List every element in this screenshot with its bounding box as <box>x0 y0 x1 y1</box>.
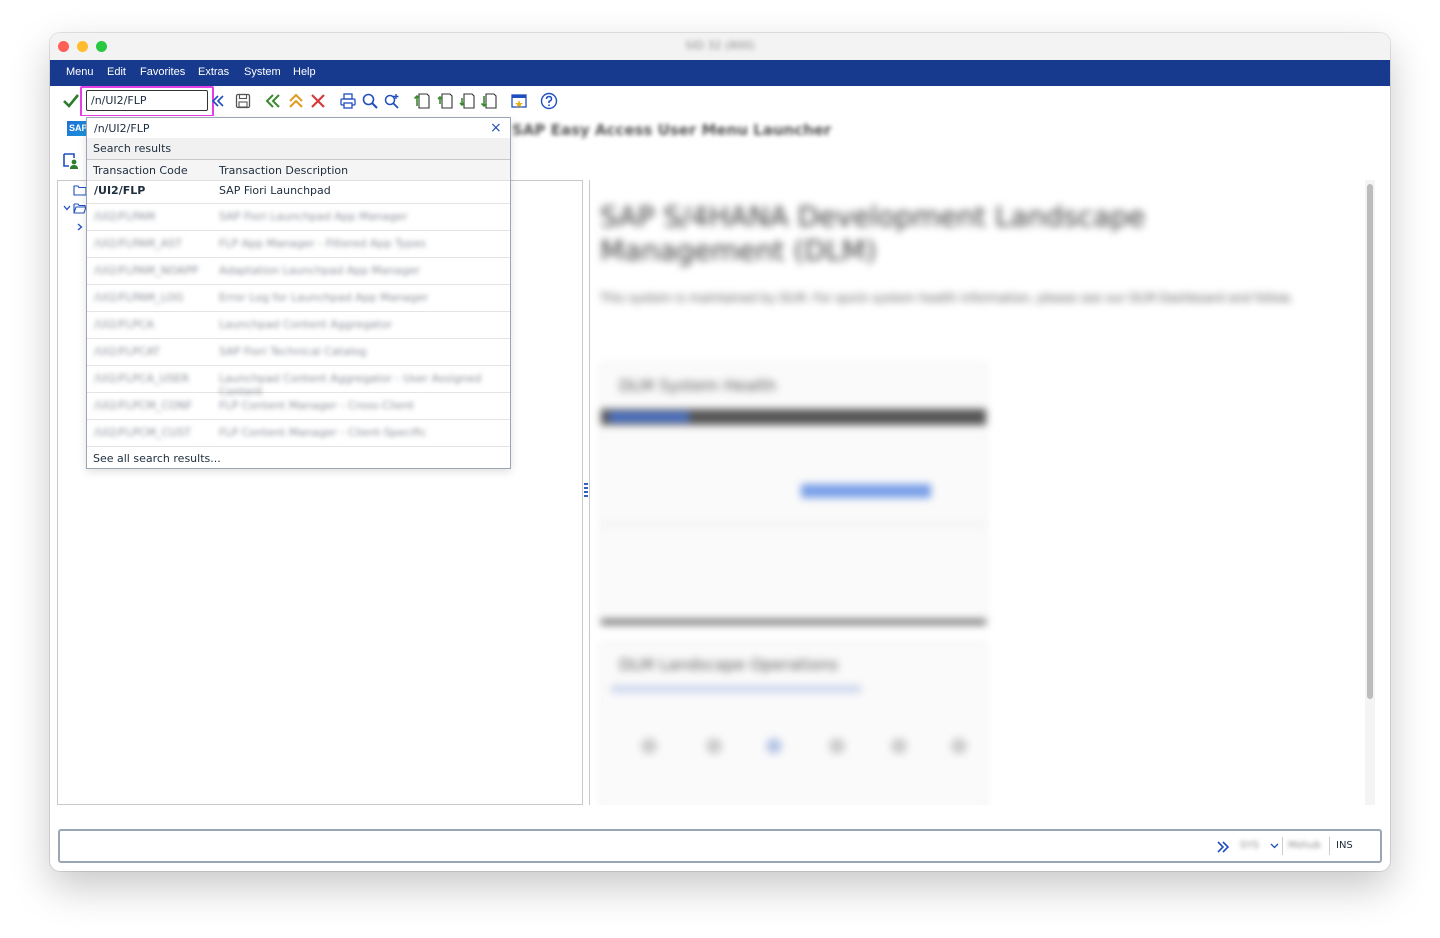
search-result-row[interactable]: /UI2/FLPCM_CUST FLP Content Manager - Cli… <box>87 419 510 447</box>
menu-item-help[interactable]: Help <box>293 66 316 78</box>
result-transaction-code: /UI2/FLPCAT <box>94 345 160 358</box>
find-icon[interactable] <box>361 92 379 110</box>
command-field-input[interactable] <box>86 90 208 111</box>
help-icon[interactable] <box>540 92 558 110</box>
enter-checkmark-icon[interactable] <box>62 92 80 110</box>
result-transaction-description: SAP Fiori Technical Catalog <box>219 345 367 358</box>
user-menu-icon[interactable] <box>62 152 80 170</box>
search-results-label: Search results <box>93 142 172 155</box>
dropdown-close-icon[interactable]: × <box>490 120 502 136</box>
dropdown-query-text: /n/UI2/FLP <box>94 122 150 135</box>
search-result-row[interactable]: /UI2/FLPCM_CONF FLP Content Manager - Cro… <box>87 392 510 420</box>
chevron-down-icon[interactable] <box>63 205 71 211</box>
open-folder-icon[interactable] <box>73 202 87 214</box>
exit-icon[interactable] <box>287 92 305 110</box>
result-transaction-description: FLP App Manager - Filtered App Types <box>219 237 426 250</box>
folder-icon[interactable] <box>73 184 87 196</box>
panel-splitter-handle[interactable] <box>584 483 588 497</box>
result-transaction-description: FLP Content Manager - Cross-Client <box>219 399 414 412</box>
status-expand-icon[interactable] <box>1216 840 1230 854</box>
result-transaction-description: Error Log for Launchpad App Manager <box>219 291 429 304</box>
status-chevron-down-icon[interactable] <box>1270 843 1279 849</box>
search-result-row[interactable]: /UI2/FLPAM SAP Fiori Launchpad App Manage… <box>87 203 510 231</box>
find-next-icon[interactable] <box>383 92 401 110</box>
status-system-id: SYS <box>1240 840 1259 851</box>
menu-item-menu[interactable]: Menu <box>66 66 94 78</box>
menu-bar: Menu Edit Favorites Extras System Help <box>50 60 1390 86</box>
save-icon[interactable] <box>234 92 252 110</box>
operations-card-title: DLM Landscape Operations <box>619 655 839 674</box>
window-titlebar: SID 32 (800) <box>50 33 1390 61</box>
result-transaction-code: /UI2/FLPAM_LOG <box>94 291 184 304</box>
command-autocomplete-dropdown: /n/UI2/FLP × Search results Transaction … <box>86 117 511 469</box>
result-transaction-code: /UI2/FLPAM_AST <box>94 237 182 250</box>
content-paragraph: This system is maintained by DLM. For qu… <box>600 291 1293 305</box>
health-card-title: DLM System Health <box>619 376 777 395</box>
print-icon[interactable] <box>339 92 357 110</box>
search-result-row[interactable]: /UI2/FLPCA_USER Launchpad Content Aggrega… <box>87 365 510 398</box>
search-result-row[interactable]: /UI2/FLPAM_NOAPP Adaptation Launchpad App… <box>87 257 510 285</box>
status-bar: SYS Mshub INS <box>58 829 1382 863</box>
standard-toolbar <box>50 86 1390 117</box>
menu-item-system[interactable]: System <box>244 66 281 78</box>
result-transaction-code: /UI2/FLPAM_NOAPP <box>94 264 199 277</box>
menu-item-edit[interactable]: Edit <box>107 66 126 78</box>
result-transaction-code: /UI2/FLPCM_CUST <box>94 426 191 439</box>
search-result-row[interactable]: /UI2/FLPAM_LOG Error Log for Launchpad Ap… <box>87 284 510 312</box>
content-scrollbar-thumb[interactable] <box>1367 184 1373 699</box>
result-transaction-code: /UI2/FLPCA <box>94 318 155 331</box>
result-transaction-description: Adaptation Launchpad App Manager <box>219 264 420 277</box>
status-server: Mshub <box>1288 840 1321 851</box>
health-card: DLM System Health <box>600 363 987 625</box>
cancel-icon[interactable] <box>309 92 327 110</box>
first-page-icon[interactable] <box>413 92 431 110</box>
result-transaction-code: /UI2/FLPCA_USER <box>94 372 190 385</box>
result-transaction-code: /UI2/FLP <box>94 184 146 197</box>
expand-history-icon[interactable] <box>209 92 227 110</box>
search-result-row[interactable]: /UI2/FLPAM_AST FLP App Manager - Filtered… <box>87 230 510 258</box>
results-column-header: Transaction Code Transaction Description <box>87 159 510 181</box>
search-result-row[interactable]: /UI2/FLPCAT SAP Fiori Technical Catalog <box>87 338 510 366</box>
result-transaction-code: /UI2/FLPCM_CONF <box>94 399 193 412</box>
result-transaction-description: SAP Fiori Launchpad <box>219 184 331 197</box>
previous-page-icon[interactable] <box>436 92 454 110</box>
next-page-icon[interactable] <box>458 92 476 110</box>
result-transaction-code: /UI2/FLPAM <box>94 210 156 223</box>
content-heading: SAP S/4HANA Development Landscape Manage… <box>600 200 1146 267</box>
operations-card: DLM Landscape Operations <box>600 642 987 805</box>
window-title: SID 32 (800) <box>685 39 755 52</box>
content-scrollbar[interactable] <box>1365 180 1375 805</box>
customize-layout-icon[interactable] <box>510 92 528 110</box>
content-panel: SAP S/4HANA Development Landscape Manage… <box>589 180 1366 805</box>
see-all-results-link[interactable]: See all search results... <box>93 452 221 465</box>
result-transaction-description: Launchpad Content Aggregator <box>219 318 393 331</box>
dropdown-section-header: Search results <box>87 138 510 159</box>
menu-item-favorites[interactable]: Favorites <box>140 66 185 78</box>
chevron-right-icon[interactable] <box>77 223 83 231</box>
last-page-icon[interactable] <box>480 92 498 110</box>
column-header-description: Transaction Description <box>219 164 349 177</box>
result-transaction-description: FLP Content Manager - Client-Specific <box>219 426 427 439</box>
status-insert-mode[interactable]: INS <box>1336 840 1353 851</box>
result-transaction-description: SAP Fiori Launchpad App Manager <box>219 210 408 223</box>
search-result-row[interactable]: /UI2/FLP SAP Fiori Launchpad <box>87 180 510 204</box>
search-result-row[interactable]: /UI2/FLPCA Launchpad Content Aggregator <box>87 311 510 339</box>
column-header-code: Transaction Code <box>93 164 188 177</box>
page-title: SAP Easy Access User Menu Launcher <box>512 121 832 139</box>
back-icon[interactable] <box>264 92 282 110</box>
menu-item-extras[interactable]: Extras <box>198 66 229 78</box>
